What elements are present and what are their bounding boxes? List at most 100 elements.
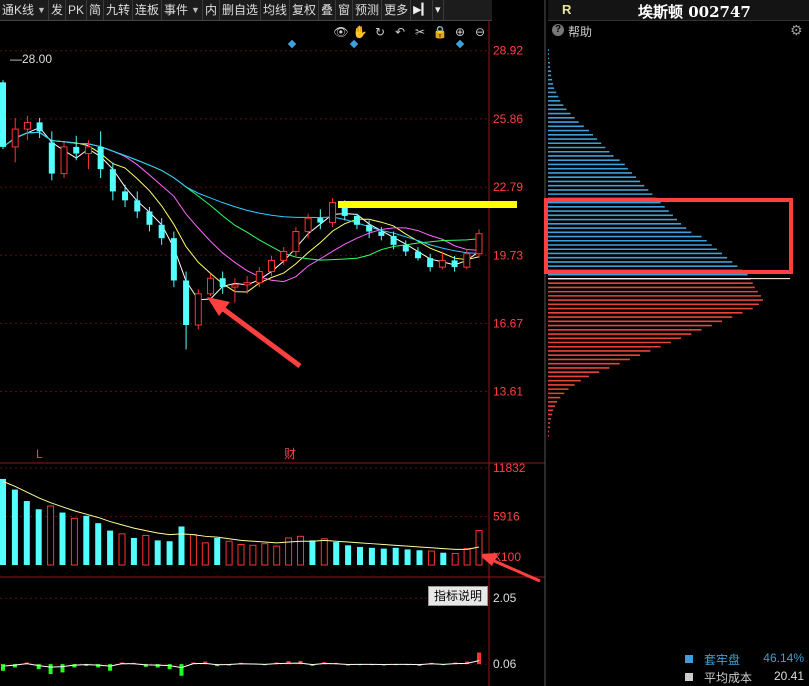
indicator-tick-label: 2.05 — [493, 591, 517, 605]
candle-body — [11, 128, 19, 148]
volume-bar — [59, 512, 66, 565]
indicator-bar — [48, 664, 53, 675]
volume-bar — [333, 542, 340, 565]
cycle-icon[interactable]: ↻ — [375, 25, 385, 39]
candle-body — [48, 142, 55, 174]
volume-bar — [249, 544, 257, 566]
indicator-bar — [167, 664, 172, 670]
locked-swatch — [685, 655, 693, 663]
avgcost-swatch — [685, 673, 693, 681]
hand-icon[interactable]: ✋ — [353, 25, 368, 39]
finance-marker-label: 财 — [284, 447, 296, 461]
locked-label: 套牢盘 — [704, 653, 741, 667]
volume-tick-label: 5916 — [493, 510, 520, 524]
undo-icon[interactable]: ↶ — [395, 25, 405, 39]
candle-body — [219, 278, 226, 288]
volume-bar — [392, 547, 399, 565]
indicator-tick-label: 0.06 — [493, 657, 517, 671]
volume-bar — [118, 533, 126, 566]
candle-body — [158, 224, 165, 239]
candle-body — [146, 211, 153, 225]
volume-bar — [11, 489, 18, 565]
candle-body — [317, 218, 324, 223]
candle-body — [36, 122, 43, 132]
volume-bar — [225, 540, 233, 566]
volume-bar — [309, 540, 316, 565]
candle-body — [194, 293, 202, 326]
volume-bar — [214, 537, 221, 565]
volume-bar — [23, 501, 30, 565]
scissors-icon[interactable]: ✂ — [415, 25, 425, 39]
candle-body — [255, 271, 263, 284]
candle-body — [366, 224, 373, 232]
price-tick-label: 28.92 — [493, 44, 523, 58]
event-marker-diamond — [287, 39, 297, 49]
candle-body — [109, 169, 116, 192]
zoom-out-icon[interactable]: ⊖ — [475, 25, 485, 39]
candle-body — [402, 244, 409, 252]
volume-bar — [427, 550, 435, 566]
summary-locked-row: 套牢盘 46.14% — [680, 650, 808, 668]
candle-body — [378, 231, 385, 236]
indicator-bar — [60, 664, 65, 673]
volume-bar — [0, 478, 6, 565]
candle-body — [134, 200, 141, 212]
indicator-bar — [179, 664, 184, 676]
high-price-label: —28.00 — [10, 52, 52, 66]
volume-bar — [154, 540, 161, 565]
volume-bar — [107, 530, 114, 565]
candle-body — [73, 146, 80, 154]
avgcost-value: 20.41 — [773, 669, 804, 683]
event-marker-diamond — [455, 39, 465, 49]
volume-bar — [142, 534, 150, 566]
indicator-bar — [477, 652, 481, 665]
candle-body — [231, 284, 239, 288]
indicator-explain-button[interactable]: 指标说明 — [428, 586, 488, 606]
candle-body — [60, 146, 68, 175]
volume-bar — [297, 535, 304, 566]
volume-bar — [201, 542, 209, 566]
volume-bar — [463, 548, 471, 566]
candle-body — [329, 202, 337, 224]
volume-bar — [357, 546, 363, 565]
volume-bar — [345, 545, 352, 565]
zoom-in-icon[interactable]: ⊕ — [455, 25, 465, 39]
price-tick-label: 19.73 — [493, 248, 523, 262]
eye-icon[interactable]: 👁 — [333, 25, 348, 39]
price-tick-label: 16.67 — [493, 316, 523, 330]
volume-bar — [404, 549, 411, 565]
avgcost-label: 平均成本 — [704, 671, 753, 685]
volume-bar — [261, 543, 269, 566]
candle-body — [183, 280, 190, 325]
volume-bar — [166, 541, 173, 565]
event-marker-diamond — [349, 39, 359, 49]
resistance-highlight-bar — [338, 201, 517, 208]
indicator-bar — [1, 664, 5, 671]
volume-bar — [440, 552, 447, 565]
candle-body — [122, 191, 129, 201]
volume-bar — [95, 523, 102, 565]
price-tick-label: 22.79 — [493, 180, 523, 194]
candle-body — [304, 217, 312, 232]
candle-body — [427, 258, 434, 268]
locked-value: 46.14% — [763, 651, 804, 665]
candle-body — [280, 251, 288, 261]
candle-body — [475, 233, 483, 255]
volume-bar — [35, 509, 42, 565]
volume-bar — [237, 544, 245, 566]
candle-body — [243, 282, 251, 286]
left-marker-label: L — [36, 447, 43, 461]
candle-body — [353, 215, 360, 225]
candle-body — [463, 253, 471, 268]
volume-bar — [416, 550, 423, 565]
volume-unit-label: X100 — [493, 550, 521, 564]
candle-body — [292, 230, 300, 253]
lock-icon[interactable]: 🔒 — [433, 25, 448, 39]
volume-bar — [451, 553, 459, 566]
chart-area: 👁 ✋ ↻ ↶ ✂ 🔒 ⊕ ⊖ 28.92 25.86 22.79 19.73 16.67 13.61 —2… — [0, 0, 793, 686]
candle-body — [438, 259, 446, 268]
summary-avgcost-row: 平均成本 20.41 — [680, 668, 808, 686]
volume-bar — [320, 538, 328, 566]
volume-bar — [178, 526, 185, 565]
candle-body — [206, 277, 214, 295]
